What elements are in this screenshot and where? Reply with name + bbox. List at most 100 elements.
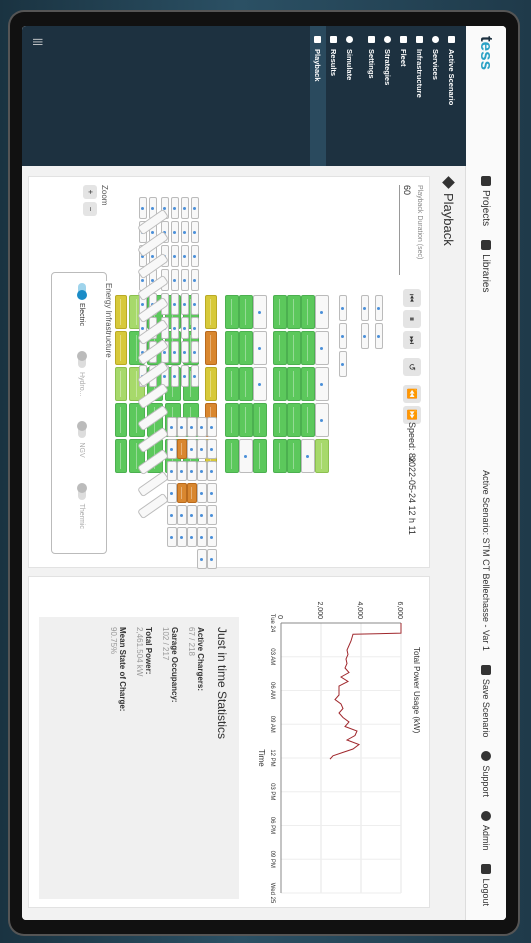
bus-vehicle [115, 295, 127, 329]
charger-slot [339, 351, 347, 377]
bus-vehicle [239, 367, 253, 401]
charger-slot [177, 417, 187, 437]
save-label: Save Scenario [481, 678, 491, 738]
power-series-line [329, 623, 402, 760]
sidebar-item-label: Settings [367, 49, 377, 79]
chart-title: Total Power Usage (kW) [412, 647, 421, 734]
charger-slot [181, 245, 189, 267]
sidebar-item-settings[interactable]: Settings [364, 26, 380, 166]
support-button[interactable]: Support [481, 751, 491, 797]
folder-icon [481, 176, 491, 186]
bus-vehicle [253, 403, 267, 437]
charger-slot [207, 505, 217, 525]
libraries-link[interactable]: Libraries [481, 240, 492, 292]
charger-slot [181, 221, 189, 243]
sidebar-item-label: Simulate [345, 49, 355, 81]
app-logo: tess [477, 36, 496, 71]
sidebar-item-playback[interactable]: Playback [310, 26, 326, 166]
sidebar-item-infrastructure[interactable]: Infrastructure [412, 26, 428, 166]
settings-icon [368, 36, 376, 43]
charger-slot [375, 295, 383, 321]
charger-slot [181, 317, 189, 339]
duration-input[interactable]: 60 [399, 185, 412, 275]
sidebar-item-strategies[interactable]: Strategies [380, 26, 396, 166]
services-icon [432, 36, 440, 43]
x-tick-label: Tue 24 [269, 614, 275, 633]
sidebar-item-simulate[interactable]: Simulate [342, 26, 358, 166]
ngv-toggle[interactable]: NGV [77, 421, 87, 458]
garage-row [181, 197, 189, 389]
charger-slot [197, 439, 207, 459]
charger-slot [167, 505, 177, 525]
zoom-out-button[interactable]: − [83, 202, 97, 216]
bus-vehicle [239, 295, 253, 329]
save-scenario-button[interactable]: Save Scenario [481, 664, 491, 738]
playback-icon [314, 36, 322, 43]
admin-button[interactable]: Admin [481, 810, 491, 851]
charger-slot [191, 197, 199, 219]
stat-value: 2,461.504 kW [135, 627, 144, 677]
garage-row [361, 295, 369, 351]
charger-slot [177, 527, 187, 547]
stat-label: Garage Occupancy: [170, 627, 179, 703]
bus-vehicle [115, 403, 127, 437]
bus-vehicle [287, 439, 301, 473]
sidebar-item-label: Playback [313, 49, 323, 82]
stat-mean-soc: Mean State of Charge: 90.75% [109, 627, 127, 711]
pause-button[interactable]: ⏸ [403, 310, 421, 328]
y-tick-label: 0 [276, 615, 283, 619]
charger-slot [187, 527, 197, 547]
garage-row [287, 295, 301, 475]
garage-row [339, 295, 347, 379]
projects-link[interactable]: Projects [481, 176, 492, 226]
main-content: Playback Playback Duration (sec) 60 ⏮ ⏸ … [22, 166, 466, 920]
garage-row [375, 295, 383, 351]
charger-slot [197, 461, 207, 481]
charger-slot [239, 439, 253, 473]
garage-row [191, 197, 199, 389]
x-tick-label: 03 AM [269, 648, 275, 665]
charger-slot [181, 269, 189, 291]
playback-icon [442, 176, 455, 189]
sidebar-item-fleet[interactable]: Fleet [396, 26, 412, 166]
sidebar-item-results[interactable]: Results [326, 26, 342, 166]
replay-button[interactable]: ↺ [403, 358, 421, 376]
admin-label: Admin [481, 824, 491, 851]
sidebar-item-label: Results [329, 49, 339, 77]
sidebar-collapse-button[interactable]: ||| [32, 38, 43, 46]
charger-slot [339, 295, 347, 321]
active-scenario-label: Active Scenario: STM CT Bellechasse - Va… [481, 470, 491, 651]
support-label: Support [481, 765, 491, 797]
sidebar-item-label: Infrastructure [415, 49, 425, 98]
thermic-toggle[interactable]: Thermic [77, 482, 87, 529]
skip-end-button[interactable]: ⏭ [403, 331, 421, 349]
charger-slot [177, 505, 187, 525]
charger-slot [181, 365, 189, 387]
bus-vehicle [287, 295, 301, 329]
bus-vehicle [205, 331, 217, 365]
logout-button[interactable]: Logout [481, 864, 491, 906]
sidebar-item-active-scenario[interactable]: Active Scenario [444, 26, 460, 166]
zoom-in-button[interactable]: + [83, 185, 97, 199]
sidebar-item-services[interactable]: Services [428, 26, 444, 166]
duration-label: Playback Duration (sec) [416, 185, 423, 260]
bus-vehicle [115, 331, 127, 365]
charger-slot [139, 197, 147, 219]
bus-vehicle [225, 403, 239, 437]
charger-slot [171, 317, 179, 339]
garage-row [167, 417, 177, 549]
stat-value: 67 / 218 [187, 627, 196, 656]
bus-vehicle [301, 367, 315, 401]
charger-slot [171, 293, 179, 315]
charger-slot [191, 341, 199, 363]
charger-slot [315, 331, 329, 365]
x-axis-label: Time [257, 749, 266, 767]
skip-start-button[interactable]: ⏮ [403, 289, 421, 307]
play-icon [346, 36, 354, 43]
electric-toggle[interactable]: Electric [77, 283, 87, 326]
charger-slot [167, 527, 177, 547]
garage-row [315, 295, 329, 475]
slower-button[interactable]: ⏪ [403, 385, 421, 403]
charger-slot [171, 221, 179, 243]
hydro-toggle[interactable]: Hydro... [77, 350, 87, 396]
